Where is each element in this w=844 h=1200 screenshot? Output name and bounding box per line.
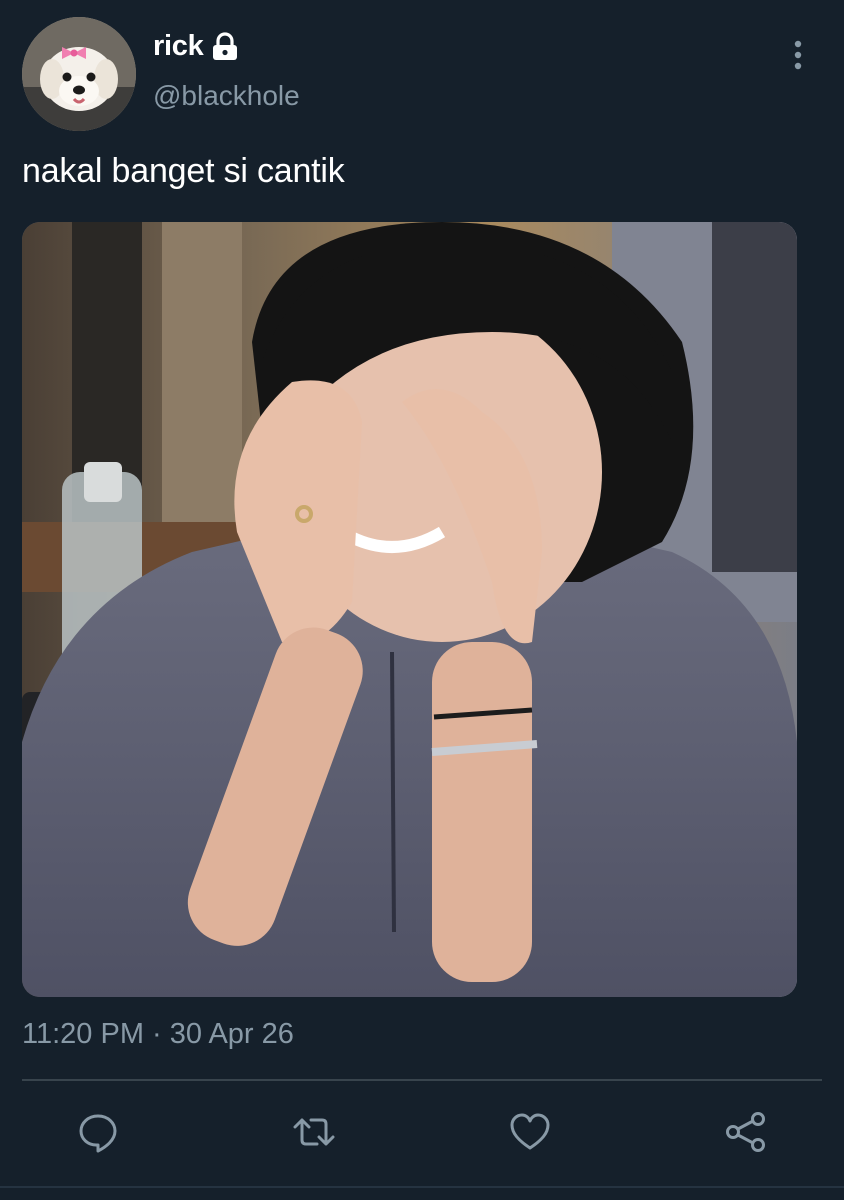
user-handle[interactable]: @blackhole bbox=[153, 80, 300, 112]
share-button[interactable] bbox=[722, 1108, 770, 1156]
display-name: rick bbox=[153, 30, 204, 62]
tweet-card: rick @blackhole nakal banget si cantik 1… bbox=[0, 0, 844, 1200]
photo-image bbox=[22, 222, 797, 997]
display-name-row[interactable]: rick bbox=[153, 30, 239, 63]
avatar-dog-image bbox=[22, 17, 136, 131]
action-bar bbox=[0, 1100, 844, 1164]
share-icon bbox=[726, 1112, 765, 1152]
tweet-text: nakal banget si cantik bbox=[22, 152, 345, 190]
retweet-icon bbox=[293, 1118, 335, 1146]
tweet-media-photo[interactable] bbox=[22, 222, 797, 997]
divider bbox=[22, 1079, 822, 1081]
retweet-button[interactable] bbox=[290, 1108, 338, 1156]
like-button[interactable] bbox=[506, 1108, 554, 1156]
vertical-ellipsis-icon[interactable] bbox=[788, 40, 808, 70]
lock-icon bbox=[213, 31, 238, 60]
avatar[interactable] bbox=[22, 17, 136, 131]
reply-button[interactable] bbox=[74, 1108, 122, 1156]
reply-icon bbox=[79, 1114, 117, 1153]
tweet-timestamp[interactable]: 11:20 PM · 30 Apr 26 bbox=[22, 1018, 294, 1051]
heart-icon bbox=[510, 1113, 550, 1150]
bottom-divider bbox=[0, 1186, 844, 1188]
